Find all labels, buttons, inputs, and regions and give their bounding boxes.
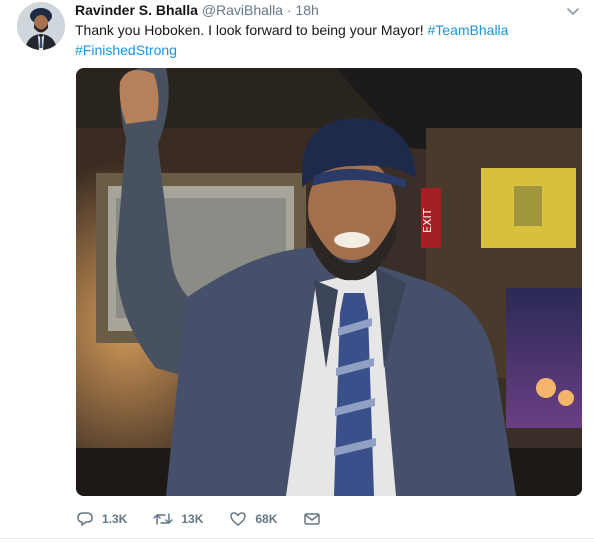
photo-image: EXIT [76, 68, 582, 496]
tweet-actions: 1.3K 13K 68K [76, 508, 355, 530]
separator-dot: · [286, 2, 292, 18]
tweet-photo[interactable]: EXIT [76, 68, 582, 496]
tweet-header: Ravinder S. Bhalla @RaviBhalla · 18h [75, 1, 319, 19]
avatar-image [17, 2, 65, 50]
author-name[interactable]: Ravinder S. Bhalla [75, 2, 198, 18]
timestamp[interactable]: 18h [295, 2, 318, 18]
tweet: Ravinder S. Bhalla @RaviBhalla · 18h Tha… [0, 0, 594, 542]
author-handle[interactable]: @RaviBhalla [202, 2, 283, 18]
retweet-count: 13K [181, 512, 204, 526]
retweet-icon [153, 513, 174, 525]
hashtag-team-bhalla[interactable]: #TeamBhalla [428, 22, 509, 38]
chevron-down-icon[interactable] [566, 4, 580, 18]
dm-icon [304, 513, 321, 525]
tweet-text: Thank you Hoboken. I look forward to bei… [75, 20, 580, 60]
avatar[interactable] [17, 2, 65, 50]
reply-button[interactable]: 1.3K [76, 510, 127, 528]
reply-icon [77, 512, 93, 526]
svg-text:EXIT: EXIT [421, 208, 434, 233]
divider [0, 538, 594, 539]
reply-count: 1.3K [102, 512, 128, 526]
like-count: 68K [255, 512, 278, 526]
like-button[interactable]: 68K [229, 510, 277, 528]
hashtag-finished-strong[interactable]: #FinishedStrong [75, 42, 177, 58]
retweet-button[interactable]: 13K [153, 510, 203, 528]
like-icon [230, 512, 247, 526]
direct-message-button[interactable] [303, 510, 329, 528]
tweet-body: Thank you Hoboken. I look forward to bei… [75, 22, 428, 38]
